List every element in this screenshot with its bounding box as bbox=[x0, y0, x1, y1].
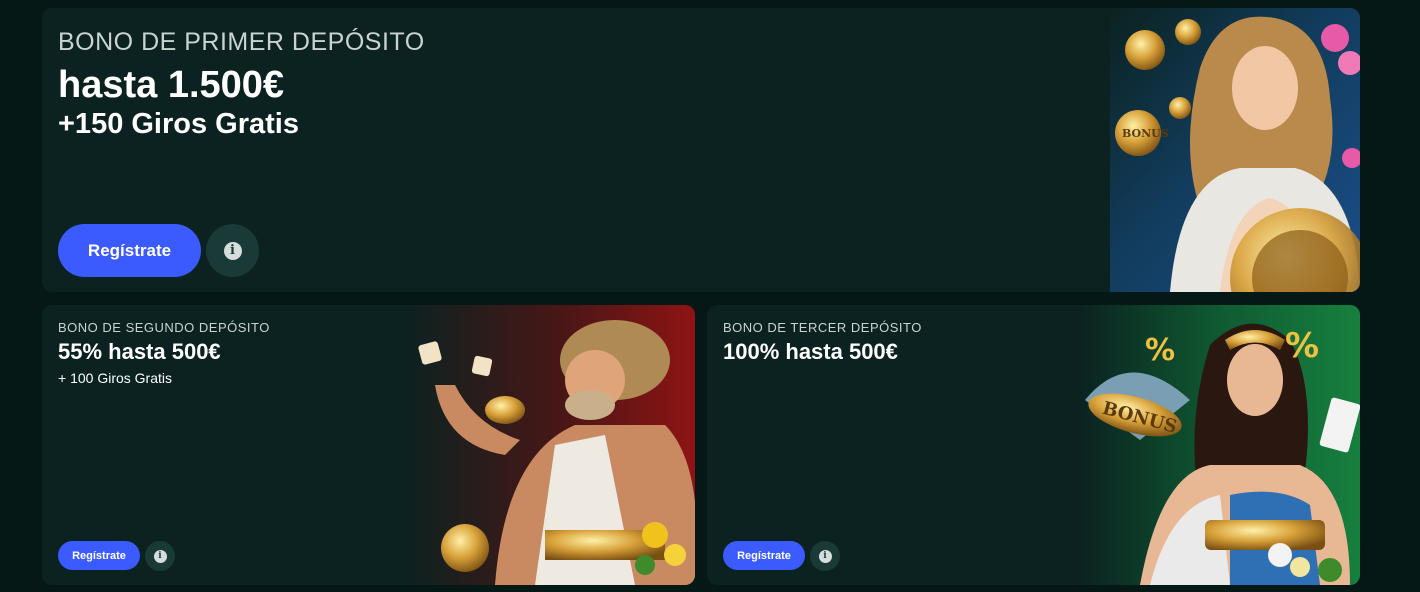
info-button[interactable]: i bbox=[810, 541, 840, 571]
bonus-eyebrow: BONO DE PRIMER DEPÓSITO bbox=[58, 28, 425, 56]
bonus-subline: + 100 Giros Gratis bbox=[58, 370, 172, 386]
goddess-illustration: BONUS bbox=[1110, 8, 1360, 292]
percent-badge-left: % bbox=[1145, 333, 1175, 368]
percent-badge-right: % bbox=[1285, 326, 1319, 366]
bonus-eyebrow: BONO DE TERCER DEPÓSITO bbox=[723, 320, 922, 335]
second-deposit-bonus-card: BONO DE SEGUNDO DEPÓSITO 55% hasta 500€ … bbox=[42, 305, 695, 585]
zeus-illustration bbox=[405, 305, 695, 585]
info-button[interactable]: i bbox=[206, 224, 259, 277]
info-icon: i bbox=[153, 549, 167, 563]
bonus-headline: 55% hasta 500€ bbox=[58, 339, 221, 364]
register-button[interactable]: Regístrate bbox=[723, 541, 805, 570]
bonus-eyebrow: BONO DE SEGUNDO DEPÓSITO bbox=[58, 320, 270, 335]
info-icon: i bbox=[818, 549, 832, 563]
first-deposit-bonus-card: BONO DE PRIMER DEPÓSITO hasta 1.500€ +15… bbox=[42, 8, 1360, 292]
goddess-fan-illustration: BONUS % % bbox=[1080, 305, 1360, 585]
bonus-headline: 100% hasta 500€ bbox=[723, 339, 898, 364]
bonus-apple-text: BONUS bbox=[1122, 127, 1169, 140]
info-button[interactable]: i bbox=[145, 541, 175, 571]
register-button[interactable]: Regístrate bbox=[58, 541, 140, 570]
bonus-headline: hasta 1.500€ bbox=[58, 64, 285, 106]
bonus-subline: +150 Giros Gratis bbox=[58, 108, 299, 140]
info-icon: i bbox=[223, 241, 242, 260]
third-deposit-bonus-card: BONUS % % BONO DE TERCER DEPÓSITO 100% h… bbox=[707, 305, 1360, 585]
register-button[interactable]: Regístrate bbox=[58, 224, 201, 277]
